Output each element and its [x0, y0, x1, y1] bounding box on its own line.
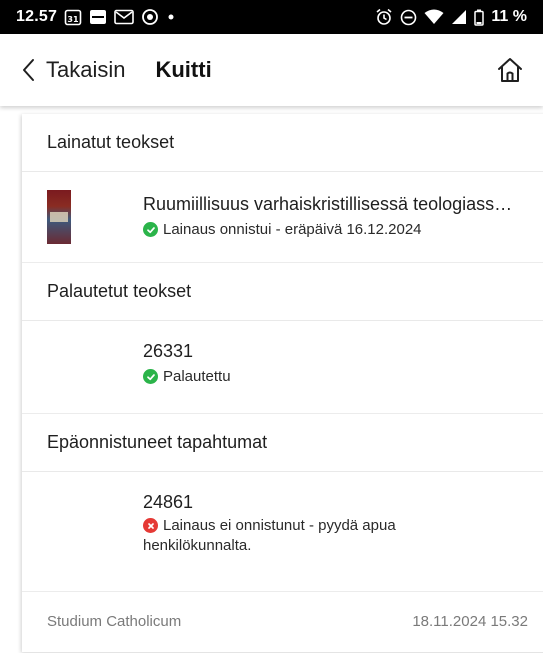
list-item: Ruumiillisuus varhaiskristillisessä teol… — [22, 172, 543, 263]
message-icon — [89, 9, 107, 25]
gmail-icon — [114, 9, 134, 25]
status-text-continued: henkilökunnalta. — [143, 537, 252, 554]
alarm-icon — [375, 8, 393, 26]
status-time: 12.57 — [16, 8, 58, 25]
notification-dot-icon — [166, 12, 176, 22]
receipt-card: Lainatut teokset Ruumiillisuus varhaiskr… — [22, 114, 543, 652]
home-icon — [496, 56, 524, 84]
section-heading-borrowed: Lainatut teokset — [22, 114, 543, 172]
thumbnail — [47, 172, 93, 262]
check-icon — [143, 222, 158, 237]
back-label: Takaisin — [46, 57, 126, 82]
signal-icon — [451, 9, 467, 25]
check-icon — [143, 369, 158, 384]
thumbnail-empty — [47, 472, 93, 591]
status-text: Lainaus ei onnistunut - pyydä apua — [163, 517, 396, 534]
wifi-icon — [424, 9, 444, 25]
home-button[interactable] — [495, 55, 525, 85]
list-item: 24861 Lainaus ei onnistunut - pyydä apua… — [22, 472, 543, 592]
item-title: Ruumiillisuus varhaiskristillisessä teol… — [143, 194, 513, 214]
section-heading-returned: Palautetut teokset — [22, 263, 543, 321]
status-text: Lainaus onnistui - eräpäivä 16.12.2024 — [163, 221, 422, 238]
receipt-datetime: 18.11.2024 15.32 — [412, 612, 528, 630]
do-not-disturb-icon — [400, 9, 417, 26]
status-text: Palautettu — [163, 368, 231, 385]
list-item: 26331 Palautettu — [22, 321, 543, 414]
app-bar: Takaisin Kuitti — [0, 34, 543, 106]
calendar-icon: 31 — [64, 8, 82, 26]
item-title: 24861 — [143, 492, 194, 512]
chevron-left-icon — [22, 58, 36, 82]
item-title: 26331 — [143, 341, 194, 361]
battery-icon — [474, 9, 485, 26]
book-cover-image — [47, 190, 71, 244]
section-heading-failed: Epäonnistuneet tapahtumat — [22, 414, 543, 472]
svg-text:31: 31 — [67, 15, 79, 24]
back-button[interactable]: Takaisin — [22, 57, 125, 83]
error-icon — [143, 518, 158, 533]
app-icon — [141, 8, 159, 26]
library-name: Studium Catholicum — [47, 612, 182, 630]
status-bar: 12.57 31 11 % — [0, 0, 543, 34]
battery-percent: 11 % — [491, 8, 527, 25]
thumbnail-empty — [47, 321, 93, 413]
page-title: Kuitti — [155, 57, 212, 82]
receipt-footer: Studium Catholicum 18.11.2024 15.32 — [22, 592, 543, 650]
